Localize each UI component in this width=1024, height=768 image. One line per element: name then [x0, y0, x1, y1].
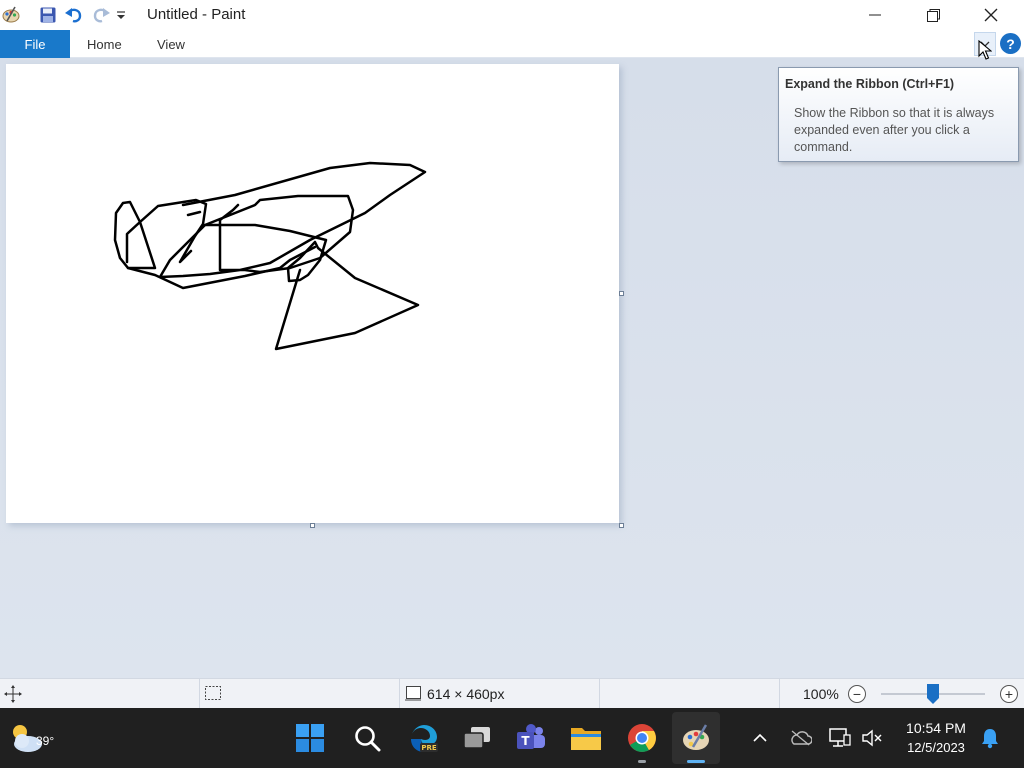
freehand-drawing	[113, 161, 427, 351]
weather-temperature: 39°	[36, 734, 55, 748]
ribbon-tooltip: Expand the Ribbon (Ctrl+F1) Show the Rib…	[778, 67, 1019, 162]
chrome-running-indicator	[638, 760, 646, 763]
zoom-in-button[interactable]: +	[1000, 685, 1018, 703]
edge-pre-icon[interactable]: PRE	[408, 722, 440, 754]
start-icon[interactable]	[294, 722, 326, 754]
status-bar: 614 × 460px 100% − +	[0, 678, 1024, 709]
onedrive-icon[interactable]	[784, 722, 816, 754]
svg-text:T: T	[521, 734, 530, 748]
teams-icon[interactable]: T	[515, 722, 547, 754]
paint-active-indicator	[687, 760, 705, 763]
paint-icon[interactable]	[680, 722, 712, 754]
weather-widget[interactable]: 39°	[8, 722, 54, 759]
ribbon-tab-row: File Home View ?	[0, 30, 1024, 58]
cursor-position-icon	[4, 685, 22, 706]
help-button[interactable]: ?	[1000, 33, 1021, 54]
zoom-slider-thumb[interactable]	[927, 684, 939, 704]
window-title: Untitled - Paint	[147, 6, 246, 23]
tooltip-title: Expand the Ribbon (Ctrl+F1)	[785, 77, 955, 91]
taskbar: 39° PRE T 10:54 PM 12/5/2023	[0, 708, 1024, 768]
paint-app-icon[interactable]	[0, 4, 22, 26]
clock-date[interactable]: 12/5/2023	[898, 740, 974, 755]
tab-home[interactable]: Home	[87, 30, 122, 58]
svg-text:PRE: PRE	[421, 744, 437, 752]
tab-file[interactable]: File	[0, 30, 70, 58]
task-view-icon[interactable]	[461, 722, 493, 754]
clock-time[interactable]: 10:54 PM	[898, 720, 974, 736]
tooltip-body: Show the Ribbon so that it is always exp…	[794, 106, 995, 154]
customize-dropdown-icon[interactable]	[114, 4, 128, 26]
zoom-level-label: 100%	[803, 686, 839, 702]
redo-icon[interactable]	[90, 4, 112, 26]
notification-bell-icon[interactable]	[974, 722, 1006, 754]
canvas-size-icon	[404, 685, 422, 704]
file-explorer-icon[interactable]	[570, 722, 602, 754]
resize-handle-corner[interactable]	[619, 523, 624, 528]
undo-icon[interactable]	[63, 4, 85, 26]
save-icon[interactable]	[37, 4, 59, 26]
chrome-icon[interactable]	[626, 722, 658, 754]
restore-button[interactable]	[904, 0, 962, 30]
drawing-canvas[interactable]	[6, 64, 619, 523]
resize-handle-bottom[interactable]	[310, 523, 315, 528]
minimize-button[interactable]	[846, 0, 904, 30]
resize-handle-right[interactable]	[619, 291, 624, 296]
network-icon[interactable]	[824, 722, 856, 754]
mouse-cursor-icon	[978, 40, 992, 60]
selection-size-icon	[204, 685, 222, 704]
title-bar: Untitled - Paint	[0, 0, 1024, 30]
close-button[interactable]	[962, 0, 1020, 30]
zoom-out-button[interactable]: −	[848, 685, 866, 703]
search-icon[interactable]	[351, 722, 383, 754]
chevron-up-icon[interactable]	[744, 722, 776, 754]
tab-view[interactable]: View	[157, 30, 185, 58]
volume-muted-icon[interactable]	[856, 722, 888, 754]
canvas-size-label: 614 × 460px	[427, 686, 505, 702]
